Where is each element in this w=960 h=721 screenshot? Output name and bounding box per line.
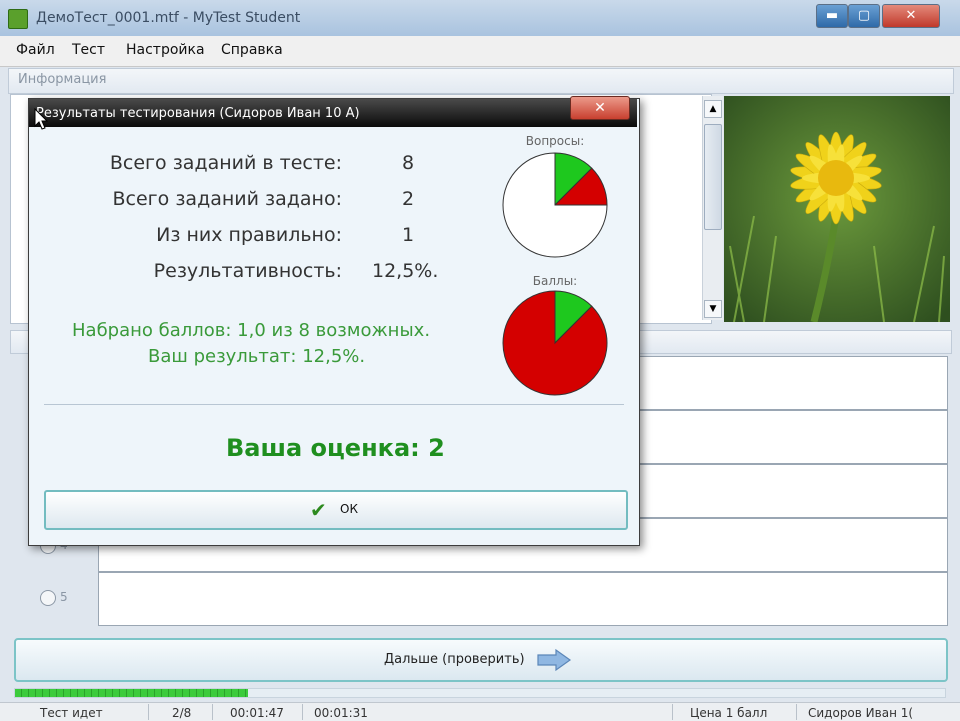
status-question-position: 2/8 xyxy=(172,706,192,720)
stat-label-correct: Из них правильно: xyxy=(156,224,342,246)
pie-scores-slice-2 xyxy=(502,290,608,396)
dialog-close-button[interactable]: ✕ xyxy=(570,96,630,120)
status-divider xyxy=(148,704,149,720)
score-percent: Ваш результат: 12,5%. xyxy=(148,346,366,367)
info-label: Информация xyxy=(18,72,107,87)
status-divider xyxy=(302,704,303,720)
close-button[interactable]: ✕ xyxy=(882,4,940,28)
minimize-button[interactable]: ▬ xyxy=(816,4,848,28)
answer-number: 5 xyxy=(60,590,68,604)
answer-option-5[interactable] xyxy=(98,572,948,626)
next-button-label: Дальше (проверить) xyxy=(384,652,525,667)
ok-button-label: ОК xyxy=(340,502,358,516)
menu-settings[interactable]: Настройка xyxy=(126,42,205,58)
progress-fill xyxy=(15,689,248,697)
window-title: ДемоТест_0001.mtf - MyTest Student xyxy=(36,10,301,26)
stat-value-asked: 2 xyxy=(402,188,415,210)
status-elapsed-time: 00:01:47 xyxy=(230,706,284,720)
maximize-button[interactable]: ▢ xyxy=(848,4,880,28)
ok-button[interactable] xyxy=(44,490,628,530)
triangle-down-icon[interactable]: ▼ xyxy=(704,300,722,318)
pie-scores-caption: Баллы: xyxy=(532,274,578,288)
stat-value-correct: 1 xyxy=(402,224,415,246)
status-divider xyxy=(212,704,213,720)
status-question-time: 00:01:31 xyxy=(314,706,368,720)
score-summary: Набрано баллов: 1,0 из 8 возможных. xyxy=(72,320,431,341)
stat-label-total: Всего заданий в тесте: xyxy=(109,152,342,174)
mouse-cursor-icon xyxy=(34,107,49,134)
answer-radio-5[interactable] xyxy=(40,590,56,606)
stat-label-efficiency: Результативность: xyxy=(153,260,342,282)
pie-scores xyxy=(502,290,608,396)
stat-value-total: 8 xyxy=(402,152,415,174)
menu-help[interactable]: Справка xyxy=(221,42,283,58)
stat-label-asked: Всего заданий задано: xyxy=(112,188,342,210)
status-user: Сидоров Иван 1( xyxy=(808,706,914,720)
dialog-title: Результаты тестирования (Сидоров Иван 10… xyxy=(36,106,360,121)
triangle-up-icon[interactable]: ▲ xyxy=(704,100,722,118)
status-test-state: Тест идет xyxy=(40,706,103,720)
check-icon: ✔ xyxy=(310,498,327,522)
scrollbar-thumb[interactable] xyxy=(704,124,722,230)
arrow-right-icon xyxy=(536,648,572,676)
pie-questions-caption: Вопросы: xyxy=(525,134,585,148)
dialog-separator xyxy=(44,404,624,405)
app-icon xyxy=(8,9,28,29)
info-panel-header xyxy=(8,68,954,94)
question-image xyxy=(724,96,950,322)
status-divider xyxy=(796,704,797,720)
pie-questions xyxy=(502,152,608,258)
status-divider xyxy=(672,704,673,720)
menu-test[interactable]: Тест xyxy=(72,42,105,58)
stat-value-efficiency: 12,5%. xyxy=(372,260,439,282)
grade-text: Ваша оценка: 2 xyxy=(226,434,445,462)
menu-file[interactable]: Файл xyxy=(16,42,55,58)
status-price: Цена 1 балл xyxy=(690,706,768,720)
